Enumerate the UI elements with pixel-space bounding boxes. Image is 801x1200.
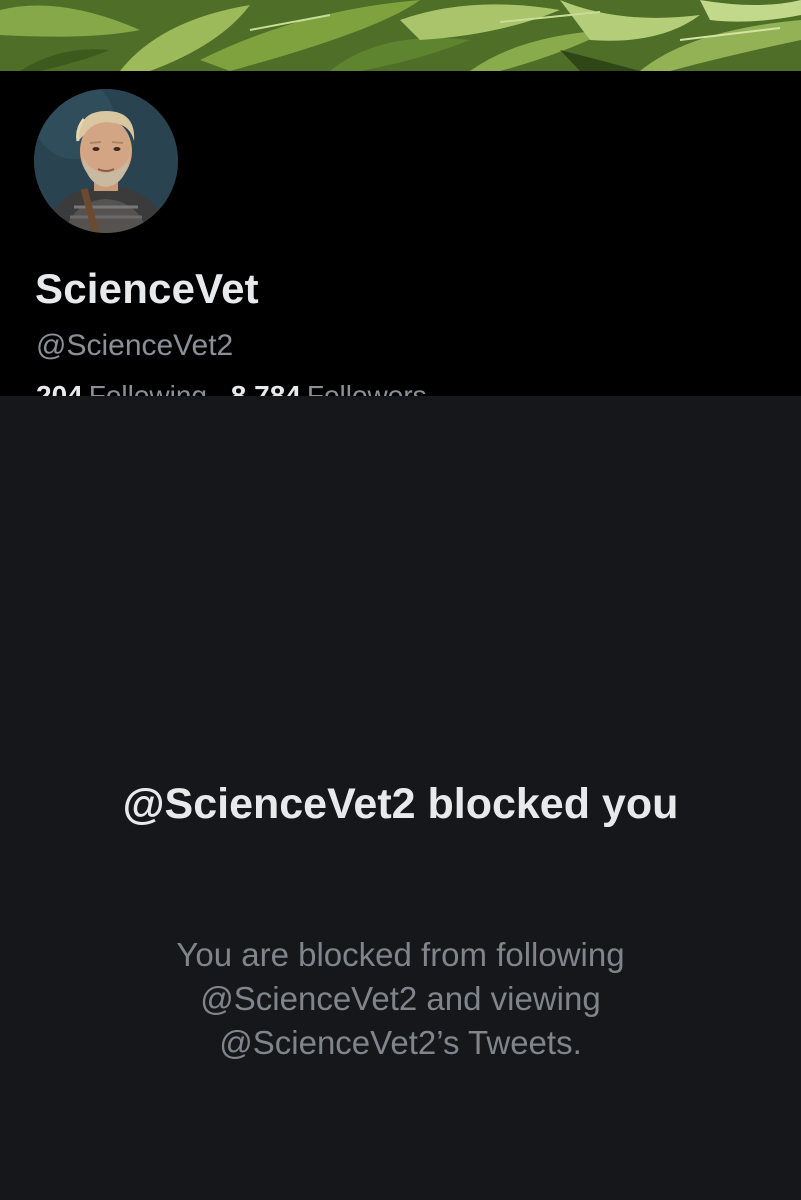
blocked-notice: @ScienceVet2 blocked you You are blocked… bbox=[0, 396, 801, 1200]
leaf-banner-image bbox=[0, 0, 801, 71]
avatar-frame[interactable] bbox=[27, 82, 185, 240]
display-name: ScienceVet bbox=[35, 265, 259, 312]
profile-page: ScienceVet @ScienceVet2 204Following 8,7… bbox=[0, 0, 801, 1200]
blocked-title: @ScienceVet2 blocked you bbox=[122, 780, 679, 828]
blocked-description: You are blocked from following @ScienceV… bbox=[176, 936, 625, 1061]
profile-handle: @ScienceVet2 bbox=[36, 329, 234, 362]
profile-banner[interactable] bbox=[0, 0, 801, 71]
avatar[interactable] bbox=[34, 89, 178, 233]
profile-header: ScienceVet @ScienceVet2 204Following 8,7… bbox=[0, 71, 801, 411]
profile-avatar-image bbox=[34, 89, 178, 233]
